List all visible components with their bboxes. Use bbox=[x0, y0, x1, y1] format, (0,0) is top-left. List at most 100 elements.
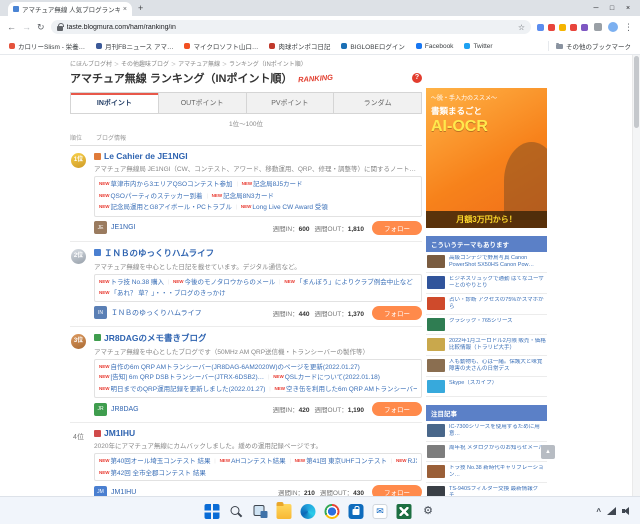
ranking-tab[interactable]: OUTポイント bbox=[157, 93, 246, 113]
other-bookmarks[interactable]: その他のブックマーク bbox=[548, 41, 631, 51]
bookmark-favicon-icon bbox=[9, 43, 15, 49]
author-link[interactable]: ＩＮＢのゆっくりハムライフ bbox=[111, 308, 202, 318]
author-link[interactable]: JR8DAG bbox=[111, 406, 139, 413]
post-link[interactable]: AHコンテスト結果 bbox=[231, 458, 286, 465]
blog-title-link[interactable]: JR8DAGのメモ書きブログ bbox=[104, 332, 206, 344]
post-link[interactable]: 草津市内から3エリアQSOコンテスト参加 bbox=[111, 181, 233, 188]
bookmark-item[interactable]: 肉球ポンポコ日記 bbox=[269, 41, 330, 51]
extension-icon[interactable] bbox=[581, 23, 588, 31]
bookmark-item[interactable]: 月刊FBニュース アマ… bbox=[96, 41, 173, 51]
blog-title-link[interactable]: JM1IHU bbox=[104, 428, 135, 438]
maximize-button[interactable]: □ bbox=[604, 5, 620, 12]
follow-button[interactable]: フォロー bbox=[372, 485, 422, 496]
ranking-tab[interactable]: PVポイント bbox=[245, 93, 334, 113]
new-badge: NEW bbox=[99, 278, 110, 284]
post-link[interactable]: 自作の6m QRP AMトランシーバー(JR8DAG-6AM2020W)のページ… bbox=[111, 364, 360, 371]
post-link[interactable]: 第40回オール埼玉コンテスト 結果 bbox=[111, 458, 211, 465]
mail-icon[interactable] bbox=[372, 503, 388, 519]
bookmark-item[interactable]: Twitter bbox=[464, 43, 493, 50]
tab-close-icon[interactable]: × bbox=[123, 6, 127, 13]
breadcrumb-link[interactable]: ランキング（INポイント順） bbox=[229, 62, 307, 68]
extension-icon[interactable] bbox=[548, 23, 555, 31]
post-link[interactable]: 今後のモノタロウからのメール bbox=[184, 279, 275, 286]
extension-icon[interactable] bbox=[559, 23, 566, 31]
follow-button[interactable]: フォロー bbox=[372, 220, 422, 235]
author-link[interactable]: JE1NGI bbox=[111, 224, 136, 231]
post-link[interactable]: 空き缶を利用した6m QRP AMトランシーバー(Can… bbox=[286, 386, 417, 393]
volume-icon[interactable] bbox=[622, 507, 632, 515]
sidebar-item[interactable]: クラシック・765シリーズ bbox=[426, 315, 547, 335]
profile-avatar[interactable] bbox=[608, 22, 618, 32]
chrome-icon[interactable] bbox=[324, 503, 340, 519]
post-link[interactable]: 記念局8N3カード bbox=[223, 193, 274, 200]
store-icon[interactable] bbox=[348, 503, 364, 519]
browser-tab[interactable]: アマチュア無線 人気ブログランキング × bbox=[8, 2, 132, 16]
sidebar-item[interactable]: 2022年1月ユーロドル2月限 販売・価格比較情報（トラリピ大手） bbox=[426, 335, 547, 356]
post-link[interactable]: 明日までのQRP運用記録を更新しました(2022.01.27) bbox=[111, 386, 266, 393]
entry-footer: JE JE1NGI 週間IN：600 週間OUT：1,810 フォロー bbox=[94, 220, 422, 235]
sidebar-item[interactable]: 周年祝 メタログからのお知らせメール bbox=[426, 442, 547, 462]
post-link[interactable]: 「まんぼう」によりクラブ例会中止など bbox=[296, 279, 413, 286]
scrollbar[interactable] bbox=[632, 55, 640, 496]
post-link[interactable]: トラ技 No.38 購入 bbox=[111, 279, 164, 286]
excel-icon[interactable] bbox=[396, 503, 412, 519]
extensions-puzzle-icon[interactable] bbox=[594, 23, 602, 31]
post-link[interactable]: 「あれ？ 草？」・・・ブログのきっかけ bbox=[111, 290, 226, 297]
post-link[interactable]: 第41回 東京UHFコンテスト bbox=[306, 458, 387, 465]
ad-banner[interactable]: 〜脱・手入力のススメ〜 書類まるごと AI-OCR 月額3万円から！ bbox=[426, 88, 547, 228]
address-bar[interactable]: taste.blogmura.com/ham/ranking/in ☆ bbox=[50, 20, 531, 34]
post-link[interactable]: 記念局運用とG8アイボール・PCトラブル bbox=[111, 204, 232, 211]
close-button[interactable]: × bbox=[620, 5, 636, 12]
bookmark-item[interactable]: カロリーSlism - 栄養… bbox=[9, 41, 85, 51]
breadcrumb-link[interactable]: にほんブログ村 bbox=[70, 62, 112, 68]
sidebar-item[interactable]: 高級コンデジで野鳥写真 Canon PowerShot SX50HS Canon… bbox=[426, 252, 547, 273]
sidebar-item[interactable]: Skype（スカイプ） bbox=[426, 377, 547, 397]
bookmark-item[interactable]: Facebook bbox=[415, 43, 453, 50]
post-link[interactable]: 記念局8J5カード bbox=[253, 181, 302, 188]
reload-icon[interactable]: ↻ bbox=[37, 22, 45, 32]
sidebar-item[interactable]: トラ技 No.38 新時代キャリブレーション… bbox=[426, 462, 547, 483]
post-link[interactable]: RJX-601を購入しました bbox=[408, 458, 417, 465]
back-to-top-button[interactable]: ▲ bbox=[541, 445, 555, 459]
sidebar-item[interactable]: 占い・診断 アクセスの75%がスマホから bbox=[426, 294, 547, 315]
explorer-icon[interactable] bbox=[276, 501, 292, 519]
sidebar-item[interactable]: ビジネスリュックで通勤 はてなユーザーとのやりとり bbox=[426, 273, 547, 294]
follow-button[interactable]: フォロー bbox=[372, 402, 422, 416]
sidebar-item[interactable]: 人も動物も、心は一緒。保護犬と味覚障害の夫さんの日常デス bbox=[426, 356, 547, 377]
blog-title-link[interactable]: Le Cahier de JE1NGI bbox=[104, 151, 188, 161]
ranking-tab[interactable]: ランダム bbox=[333, 93, 421, 113]
bookmark-star-icon[interactable]: ☆ bbox=[518, 23, 525, 32]
settings-icon[interactable] bbox=[421, 504, 436, 519]
bookmark-item[interactable]: マイクロソフト山口… bbox=[184, 41, 258, 51]
browser-menu-icon[interactable]: ⋮ bbox=[624, 22, 633, 33]
author-link[interactable]: JM1IHU bbox=[111, 489, 136, 496]
blog-title-link[interactable]: ＩＮＢのゆっくりハムライフ bbox=[104, 247, 214, 259]
new-tab-button[interactable]: + bbox=[138, 3, 143, 13]
search-icon[interactable] bbox=[229, 504, 244, 519]
forward-icon[interactable]: → bbox=[22, 22, 31, 32]
extension-icon[interactable] bbox=[537, 23, 544, 31]
sidebar-item[interactable]: IC-7300シリーズを使用するために用意… bbox=[426, 421, 547, 442]
taskview-icon[interactable] bbox=[253, 504, 268, 519]
post-link[interactable]: Long Live CW Award 受領 bbox=[252, 204, 327, 211]
post-link[interactable]: QSLカードについて(2022.01.18) bbox=[285, 374, 380, 381]
start-icon[interactable] bbox=[204, 503, 220, 519]
network-icon[interactable] bbox=[607, 507, 616, 515]
sidebar-item[interactable]: TS-940Sフィルター交換 最新情報クチ… bbox=[426, 483, 547, 496]
post-link[interactable]: 第42回 全市全郡コンテスト 結果 bbox=[111, 470, 206, 477]
post-link[interactable]: [告知] 6m QRP DSBトランシーバー(JTRX-6DSB2)… bbox=[111, 374, 265, 381]
follow-button[interactable]: フォロー bbox=[372, 305, 422, 320]
ranking-tab[interactable]: INポイント bbox=[71, 93, 158, 113]
minimize-button[interactable]: ─ bbox=[588, 5, 604, 12]
help-icon[interactable]: ? bbox=[412, 73, 422, 83]
breadcrumb-link[interactable]: その他趣味ブログ bbox=[121, 62, 169, 68]
post-link[interactable]: QSOパーティのステッカー到着 bbox=[111, 193, 203, 200]
extension-icon[interactable] bbox=[570, 23, 577, 31]
edge-icon[interactable] bbox=[300, 503, 316, 519]
back-icon[interactable]: ← bbox=[7, 22, 16, 32]
scrollbar-thumb[interactable] bbox=[634, 56, 639, 128]
chevron-up-icon[interactable] bbox=[596, 507, 601, 516]
tab-title: アマチュア無線 人気ブログランキング bbox=[22, 7, 120, 14]
bookmark-item[interactable]: BIGLOBEログイン bbox=[341, 41, 405, 51]
breadcrumb-link[interactable]: アマチュア無線 bbox=[178, 62, 220, 68]
